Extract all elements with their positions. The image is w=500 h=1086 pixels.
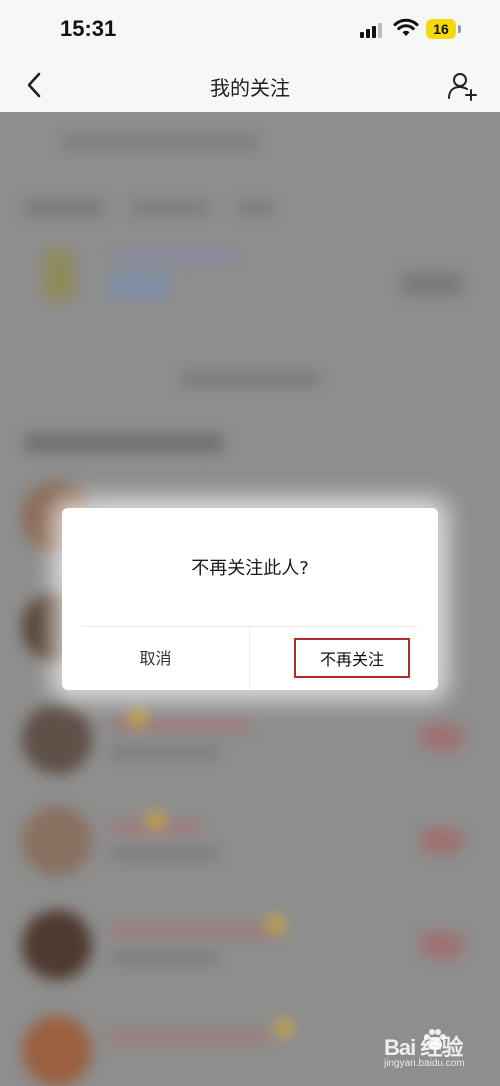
watermark-url: jingyan.baidu.com <box>384 1058 465 1069</box>
paw-icon <box>424 1029 446 1050</box>
status-time: 15:31 <box>60 16 117 41</box>
battery-level: 16 <box>433 21 449 37</box>
page-title: 我的关注 <box>210 76 290 100</box>
wifi-icon <box>393 18 419 36</box>
status-bar: 15:31 16 <box>0 0 500 60</box>
add-user-icon[interactable] <box>446 68 478 102</box>
nav-bar: 我的关注 <box>0 60 500 112</box>
signal-icon <box>360 22 384 38</box>
unfollow-confirm-button[interactable]: 不再关注 <box>294 638 410 678</box>
dialog-button-divider <box>249 627 250 690</box>
cancel-button[interactable]: 取消 <box>62 627 249 690</box>
battery-icon: 16 <box>426 19 456 39</box>
unfollow-dialog: 不再关注此人? 取消 不再关注 <box>62 508 438 690</box>
dialog-message: 不再关注此人? <box>191 558 309 579</box>
baidu-watermark: Bai 经验 jingyan.baidu.com <box>384 1024 494 1074</box>
battery-tip <box>458 25 461 33</box>
